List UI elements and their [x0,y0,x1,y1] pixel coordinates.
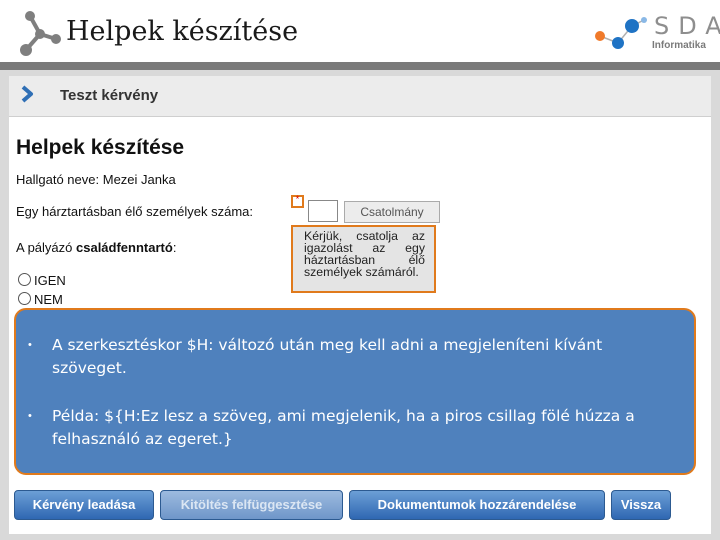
attachment-button[interactable]: Csatolmány [344,201,440,223]
radio-nem[interactable] [18,292,31,305]
breadwinner-label-bold: családfenntartó [76,240,173,255]
radio-nem-label: NEM [34,292,63,307]
bullet-icon: • [28,339,32,351]
student-name-value: Mezei Janka [102,172,176,187]
callout-bullet-1: A szerkesztéskor $H: változó után meg ke… [52,336,603,377]
household-count-input[interactable] [308,200,338,222]
sda-logo: SDA Informatika [592,10,720,56]
top-divider [0,62,720,70]
household-label: Egy hárztartásban élő személyek száma: [16,204,253,219]
molecule-icon [20,11,61,56]
help-tooltip: Kérjük, csatolja az igazolást az egy ház… [291,225,436,293]
help-star-icon[interactable]: * [293,195,302,204]
submit-request-button[interactable]: Kérvény leadása [14,490,154,520]
radio-igen-label: IGEN [34,273,66,288]
suspend-filling-button[interactable]: Kitöltés felfüggesztése [160,490,343,520]
breadwinner-label-prefix: A pályázó [16,240,76,255]
student-name-row: Hallgató neve: Mezei Janka [16,172,176,187]
bullet-icon: • [28,410,32,422]
slide-title: Helpek készítése [66,16,299,47]
breadwinner-label-suffix: : [172,240,177,255]
form-heading: Helpek készítése [16,136,185,159]
window-title: Teszt kérvény [60,87,159,104]
chevron-right-icon[interactable] [20,85,34,103]
student-name-label: Hallgató neve: [16,172,100,187]
logo-subtitle: Informatika [652,40,706,51]
back-button[interactable]: Vissza [611,490,671,520]
logo-dots-icon [595,17,647,49]
radio-igen[interactable] [18,273,31,286]
assign-documents-button[interactable]: Dokumentumok hozzárendelése [349,490,605,520]
callout-bullet-2: Példa: ${H:Ez lesz a szöveg, ami megjele… [52,407,635,448]
logo-letters: SDA [654,12,720,40]
breadwinner-label: A pályázó családfenntartó: [16,240,176,255]
